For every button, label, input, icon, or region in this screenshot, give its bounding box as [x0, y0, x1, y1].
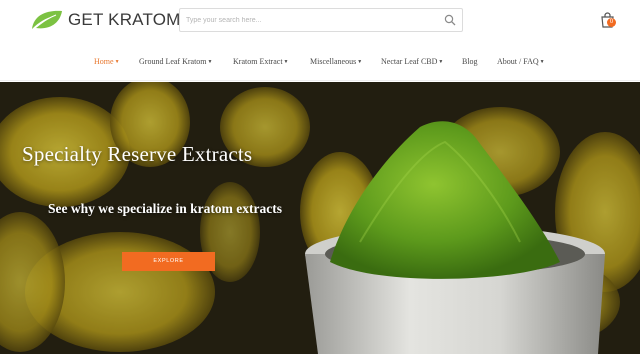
search-icon[interactable] [444, 14, 456, 26]
chevron-down-icon: ▼ [539, 60, 545, 65]
chevron-down-icon: ▼ [357, 60, 363, 65]
nav-item-blog[interactable]: Blog [462, 57, 478, 66]
nav-item-kratom-extract[interactable]: Kratom Extract▼ [233, 57, 289, 66]
nav-item-label: Kratom Extract [233, 57, 283, 66]
chevron-down-icon: ▼ [438, 60, 444, 65]
hero-subtitle: See why we specialize in kratom extracts [48, 201, 282, 216]
nav-item-about-faq[interactable]: About / FAQ▼ [497, 57, 545, 66]
brand-logo[interactable]: GET KRATOM [30, 9, 181, 31]
nav-item-nectar-leaf-cbd[interactable]: Nectar Leaf CBD▼ [381, 57, 443, 66]
leaf-logo-icon [32, 10, 62, 29]
nav-item-ground-leaf-kratom[interactable]: Ground Leaf Kratom▼ [139, 57, 212, 66]
nav-item-label: Home [94, 57, 114, 66]
nav-item-label: Nectar Leaf CBD [381, 57, 438, 66]
nav-item-label: Ground Leaf Kratom [139, 57, 207, 66]
hero-banner: Specialty Reserve Extracts See why we sp… [0, 82, 640, 354]
brand-name: GET KRATOM [68, 10, 181, 29]
nav-item-home[interactable]: Home▼ [94, 57, 120, 66]
chevron-down-icon: ▼ [283, 60, 289, 65]
chevron-down-icon: ▼ [114, 60, 120, 65]
search-input[interactable] [186, 12, 426, 28]
explore-button[interactable]: EXPLORE [122, 252, 215, 271]
site-header: GET KRATOM 0 [0, 0, 640, 42]
hero-title: Specialty Reserve Extracts [22, 142, 253, 166]
nav-item-miscellaneous[interactable]: Miscellaneous▼ [310, 57, 362, 66]
main-nav: Home▼ Ground Leaf Kratom▼ Kratom Extract… [0, 43, 640, 81]
search-box [179, 8, 463, 32]
nav-item-label: Blog [462, 57, 478, 66]
nav-item-label: About / FAQ [497, 57, 539, 66]
cart-count-badge: 0 [607, 18, 616, 27]
chevron-down-icon: ▼ [207, 60, 213, 65]
nav-item-label: Miscellaneous [310, 57, 357, 66]
